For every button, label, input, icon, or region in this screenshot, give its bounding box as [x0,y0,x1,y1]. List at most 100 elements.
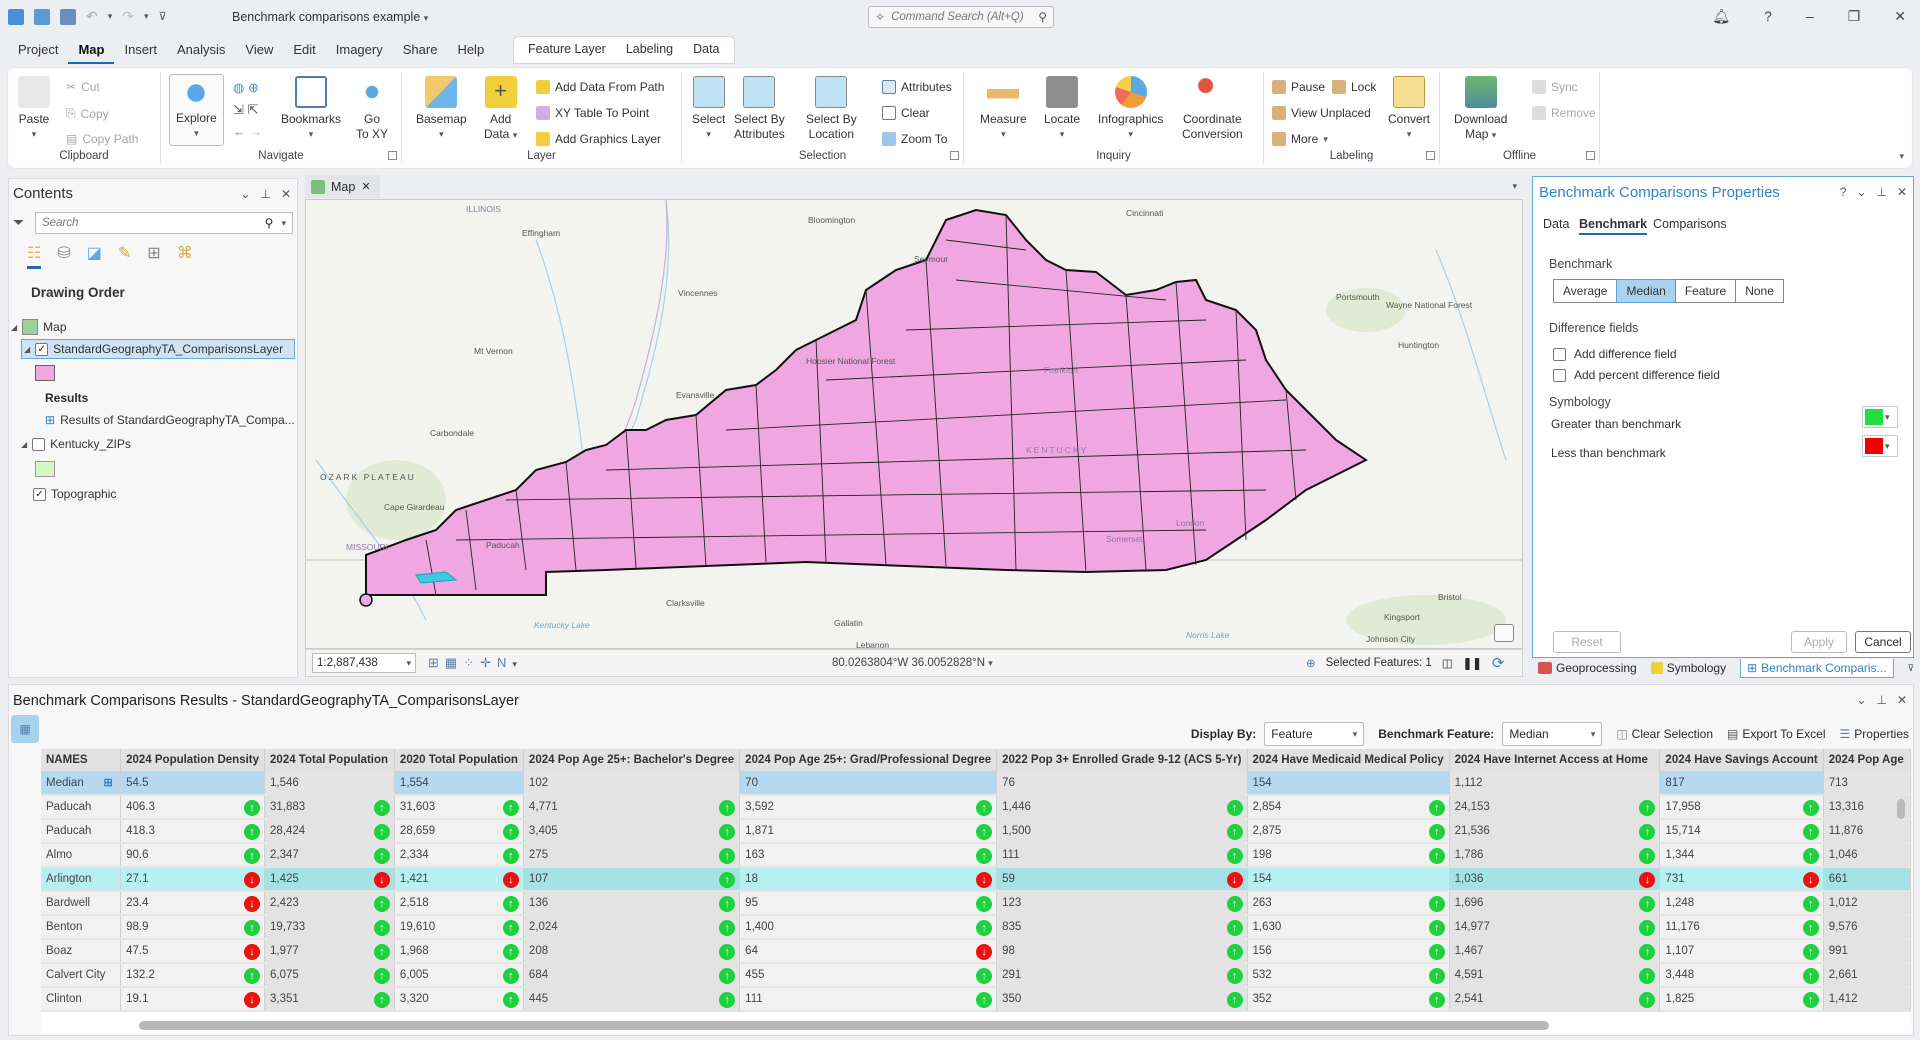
view-unplaced-button[interactable]: View Unplaced [1272,106,1371,120]
tab-project[interactable]: Project [8,38,68,64]
cell-value[interactable]: 198 ↑ [1247,843,1450,868]
cell-value[interactable]: 208 ↑ [523,939,741,964]
cell-value[interactable]: 31,603 ↑ [394,795,524,820]
attributes-button[interactable]: Attributes [882,80,952,94]
cell-value[interactable]: 154 [1247,771,1450,796]
pin-icon[interactable]: ⊥ [260,187,270,201]
offline-dialog-launcher[interactable] [1586,151,1595,160]
tree-layer-topographic[interactable]: ✓ Topographic [33,487,116,501]
cell-value[interactable]: 2,518 ↑ [394,891,524,916]
minimize-button[interactable]: – [1806,8,1814,25]
cell-value[interactable]: 2,854 ↑ [1247,795,1450,820]
previous-extent-icon[interactable]: ← → [233,124,263,139]
cell-name[interactable]: Calvert City [41,963,122,988]
column-header[interactable]: 2024 Pop Age [1823,749,1911,771]
close-pane-icon[interactable]: ✕ [281,187,291,201]
cell-value[interactable]: 2,334 ↑ [394,843,524,868]
map-notes-icon[interactable] [1494,624,1514,642]
tab-analysis[interactable]: Analysis [167,38,235,64]
table-row[interactable]: Paducah 406.3 ↑ 31,883 ↑ 31,603 ↑ 4,771 ↑ 3,592 ↑ 1… [41,795,1911,820]
cell-value[interactable]: 70 [739,771,998,796]
help-icon[interactable]: ? [1840,185,1847,199]
cell-value[interactable]: 31,883 ↑ [264,795,395,820]
select-button[interactable]: Select ▾ [692,76,725,142]
tab-edit[interactable]: Edit [283,38,325,64]
cell-value[interactable]: 6,075 ↑ [264,963,395,988]
redo-dropdown-icon[interactable]: ▾ [144,11,149,22]
cell-value[interactable]: 95 ↑ [739,891,998,916]
cell-value[interactable]: 1,696 ↑ [1449,891,1661,916]
cell-value[interactable]: 15,714 ↑ [1659,819,1824,844]
cell-name[interactable]: Arlington [41,867,122,892]
cell-value[interactable]: 445 ↑ [523,987,741,1012]
help-icon[interactable]: ? [1764,8,1772,25]
clear-selection-status-icon[interactable]: ◫ [1442,656,1453,670]
cell-value[interactable]: 2,423 ↑ [264,891,395,916]
cell-name[interactable]: Benton [41,915,122,940]
dock-overflow-icon[interactable]: ⊽ [1908,663,1915,674]
cell-value[interactable]: 14,977 ↑ [1449,915,1661,940]
cell-value[interactable]: 4,771 ↑ [523,795,741,820]
cell-value[interactable]: 154 [1247,867,1450,892]
select-by-attributes-button[interactable]: Select By Attributes [734,76,785,142]
explore-button[interactable]: Explore ▾ [169,74,224,146]
snapping-icon[interactable]: ⊞ [147,243,160,269]
add-data-from-path-button[interactable]: Add Data From Path [536,80,664,94]
cell-value[interactable]: 1,036 ↓ [1449,867,1661,892]
pause-labeling-button[interactable]: Pause [1272,80,1325,94]
infographics-button[interactable]: Infographics ▾ [1098,76,1163,142]
next-extent-icon[interactable]: → [250,124,263,139]
cell-value[interactable]: 64 ↓ [739,939,998,964]
cell-value[interactable]: 123 ↑ [996,891,1248,916]
properties-tab-data[interactable]: Data [1543,217,1569,231]
map-tabs-overflow-icon[interactable]: ▾ [1512,181,1517,192]
display-by-dropdown[interactable]: Feature ▾ [1264,722,1365,746]
clear-selection-ribbon-button[interactable]: Clear [882,106,930,120]
save-project-icon[interactable] [60,8,76,25]
cell-value[interactable]: 350 ↑ [996,987,1248,1012]
dock-tab-benchmark[interactable]: ⊞ Benchmark Comparis... [1740,658,1894,678]
coordinates-format-chevron-icon[interactable]: ▾ [988,658,993,668]
sync-button[interactable]: Sync [1532,80,1578,94]
cell-value[interactable]: 406.3 ↑ [120,795,266,820]
pane-menu-chevron-icon[interactable]: ⌄ [240,187,250,201]
close-window-button[interactable]: ✕ [1894,8,1906,25]
table-row[interactable]: Bardwell 23.4 ↓ 2,423 ↑ 2,518 ↑ 136 ↑ 95 ↑ 123 ↑ 263 ↑… [41,891,1911,916]
cell-value[interactable]: 1,425 ↓ [264,867,395,892]
full-extent-icon[interactable]: ◍ ⊕ [233,80,263,96]
add-graphics-layer-button[interactable]: Add Graphics Layer [536,132,661,146]
cell-value[interactable]: 163 ↑ [739,843,998,868]
measure-button[interactable]: Measure ▾ [980,76,1027,142]
remove-button[interactable]: Remove [1532,106,1596,120]
cell-value[interactable]: 2,024 ↑ [523,915,741,940]
cell-value[interactable]: 3,448 ↑ [1659,963,1824,988]
cell-value[interactable]: 98.9 ↑ [120,915,266,940]
cell-value[interactable]: 1,786 ↑ [1449,843,1661,868]
cell-value[interactable]: 111 ↑ [739,987,998,1012]
cell-value[interactable]: 731 ↓ [1659,867,1824,892]
add-grid-icon[interactable]: ⊞ [428,655,445,670]
chevron-down-icon[interactable]: ▾ [512,659,523,669]
cell-name[interactable]: Bardwell [41,891,122,916]
cell-value[interactable]: 17,958 ↑ [1659,795,1824,820]
cell-name[interactable]: Paducah [41,795,122,820]
column-header[interactable]: 2020 Total Population [394,749,524,771]
cell-value[interactable]: 3,351 ↑ [264,987,395,1012]
vertical-scrollbar[interactable] [1897,789,1907,1009]
collapse-ribbon-icon[interactable]: ▾ [1899,151,1904,162]
cell-value[interactable]: 98 ↑ [996,939,1248,964]
table-row[interactable]: Boaz 47.5 ↓ 1,977 ↑ 1,968 ↑ 208 ↑ 64 ↓ 98 ↑ 156 ↑ 1,467… [41,939,1911,964]
cell-value[interactable]: 1,977 ↑ [264,939,395,964]
dock-tab-symbology[interactable]: Symbology [1650,661,1726,675]
refresh-icon[interactable]: ⟳ [1492,654,1505,672]
pin-icon[interactable]: ⊥ [1876,185,1886,199]
tab-data[interactable]: Data [683,37,729,63]
reset-button[interactable]: Reset [1553,631,1621,653]
labeling-dialog-launcher[interactable] [1426,151,1435,160]
crosshair-tool-icon[interactable]: ✛ [480,655,497,670]
close-pane-icon[interactable]: ✕ [1897,185,1907,199]
scale-dropdown[interactable]: 1:2,887,438 ▾ [312,653,416,673]
cell-value[interactable]: 19,733 ↑ [264,915,395,940]
grid-icon[interactable]: ▦ [445,655,463,670]
close-map-tab-icon[interactable]: ✕ [361,180,370,193]
